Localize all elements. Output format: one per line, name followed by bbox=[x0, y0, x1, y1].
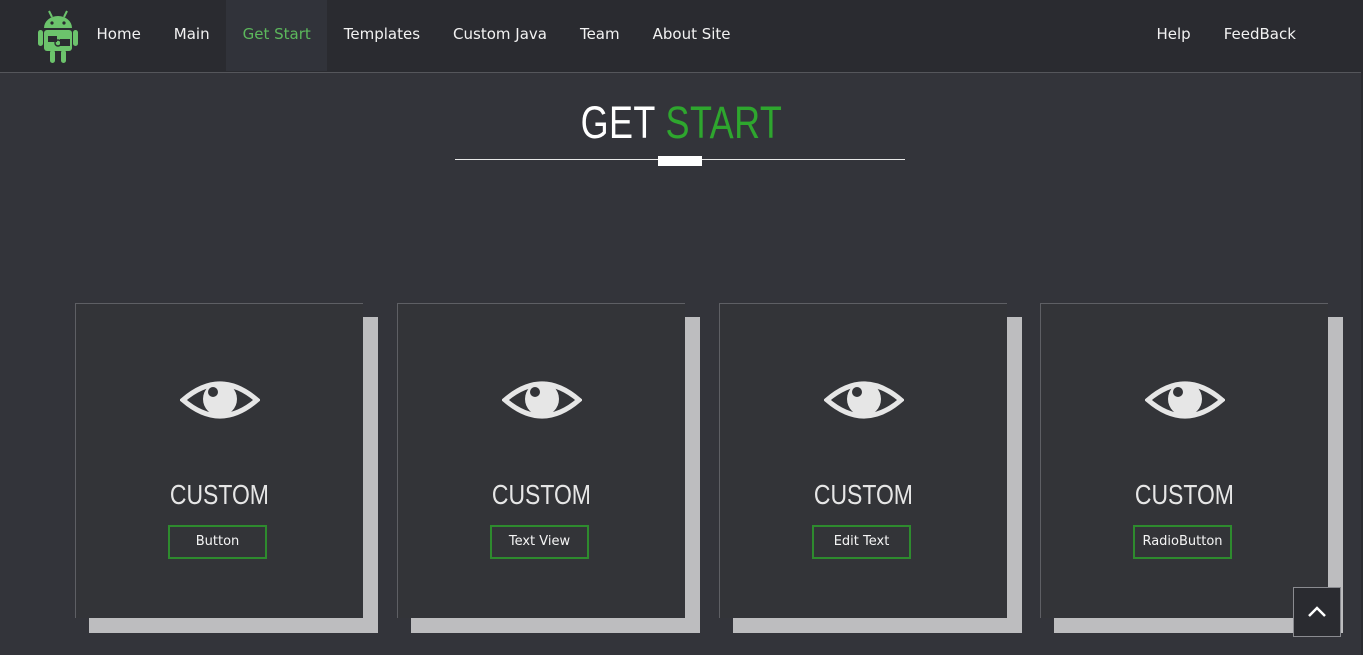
main-nav: Home Main Get Start Templates Custom Jav… bbox=[80, 0, 747, 71]
card-text-view: CUSTOM Text View bbox=[397, 303, 685, 618]
chevron-up-icon bbox=[1308, 606, 1326, 617]
eye-icon bbox=[502, 381, 582, 419]
nav-main[interactable]: Main bbox=[157, 0, 226, 71]
eye-icon bbox=[824, 381, 904, 419]
nav-get-start[interactable]: Get Start bbox=[226, 0, 328, 71]
card-button: CUSTOM Button bbox=[75, 303, 363, 618]
page-title-part1: GET bbox=[580, 97, 656, 148]
nav-team[interactable]: Team bbox=[563, 0, 636, 71]
page-title: GET START bbox=[136, 96, 1226, 150]
card-action-button[interactable]: Edit Text bbox=[812, 525, 911, 559]
card-action-button[interactable]: Button bbox=[168, 525, 267, 559]
nav-home[interactable]: Home bbox=[80, 0, 157, 71]
eye-icon bbox=[1145, 381, 1225, 419]
card-edit-text: CUSTOM Edit Text bbox=[719, 303, 1007, 618]
nav-templates[interactable]: Templates bbox=[327, 0, 436, 71]
nav-help[interactable]: Help bbox=[1140, 0, 1207, 71]
android-logo-icon[interactable] bbox=[38, 8, 78, 64]
card-title: CUSTOM bbox=[169, 479, 269, 510]
title-divider-mark bbox=[658, 156, 702, 166]
nav-about-site[interactable]: About Site bbox=[636, 0, 747, 71]
navbar: Home Main Get Start Templates Custom Jav… bbox=[0, 0, 1361, 73]
scroll-to-top-button[interactable] bbox=[1293, 587, 1341, 637]
card-title: CUSTOM bbox=[491, 479, 591, 510]
card-action-button[interactable]: Text View bbox=[490, 525, 589, 559]
card-title: CUSTOM bbox=[1134, 479, 1234, 510]
card-title: CUSTOM bbox=[813, 479, 913, 510]
eye-icon bbox=[180, 381, 260, 419]
card-radio-button: CUSTOM RadioButton bbox=[1040, 303, 1328, 618]
secondary-nav: Help FeedBack bbox=[1140, 0, 1312, 71]
page-title-part2: START bbox=[665, 97, 783, 148]
nav-feedback[interactable]: FeedBack bbox=[1207, 0, 1312, 71]
card-action-button[interactable]: RadioButton bbox=[1133, 525, 1232, 559]
nav-custom-java[interactable]: Custom Java bbox=[437, 0, 564, 71]
